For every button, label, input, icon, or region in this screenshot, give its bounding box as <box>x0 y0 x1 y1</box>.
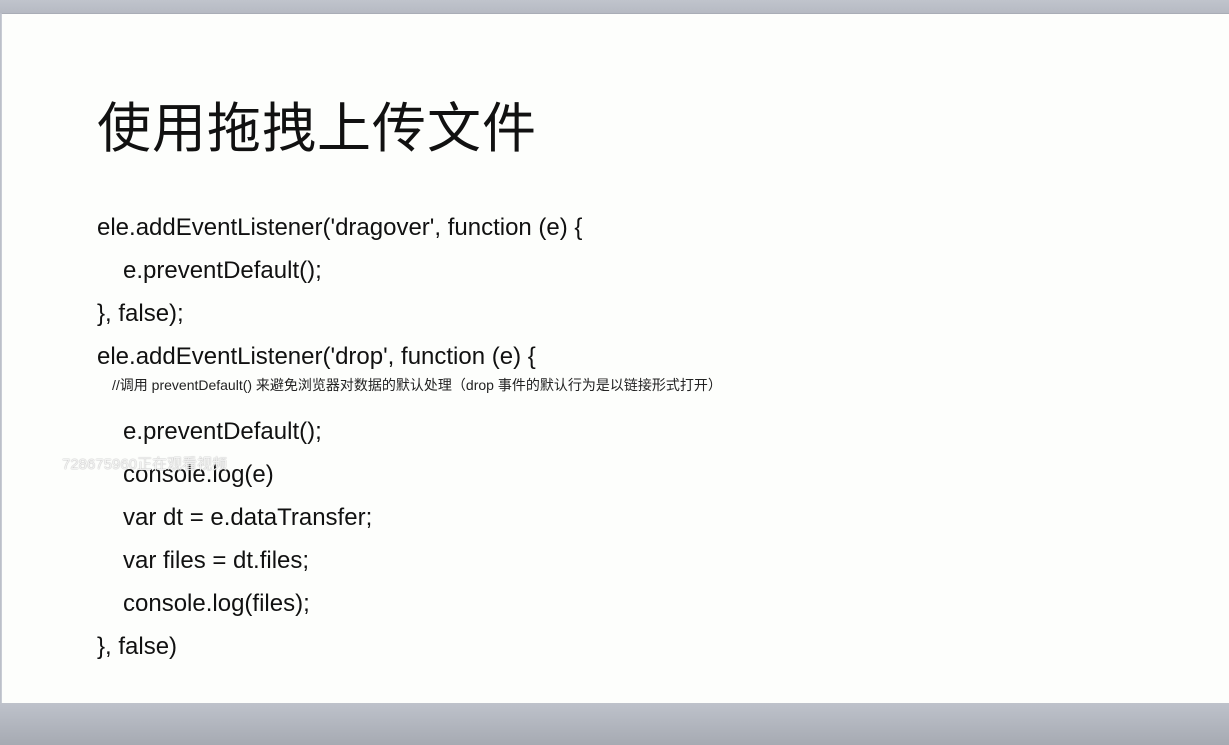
viewer-watermark: 728675960正在观看视频 <box>62 456 228 473</box>
code-line: }, false) <box>97 633 178 660</box>
code-line: }, false); <box>97 300 184 327</box>
code-line: e.preventDefault(); <box>123 418 322 445</box>
code-line: e.preventDefault(); <box>123 257 322 284</box>
code-line: console.log(files); <box>123 590 310 617</box>
code-line: var files = dt.files; <box>123 547 310 574</box>
code-comment: //调用 preventDefault() 来避免浏览器对数据的默认处理（dro… <box>112 377 722 393</box>
code-line: ele.addEventListener('dragover', functio… <box>97 214 583 241</box>
slide: 使用拖拽上传文件 ele.addEventListener('dragover'… <box>1 13 1229 703</box>
top-window-bar <box>0 0 1229 13</box>
bottom-window-bar <box>0 703 1229 745</box>
code-line: var dt = e.dataTransfer; <box>123 504 373 531</box>
code-line: ele.addEventListener('drop', function (e… <box>97 343 536 370</box>
slide-title: 使用拖拽上传文件 <box>97 97 537 160</box>
